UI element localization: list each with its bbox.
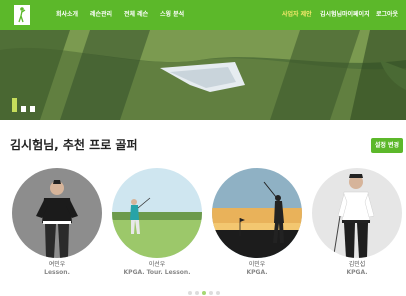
change-settings-button[interactable]: 설정 변경 [371,138,403,153]
pro-avatar[interactable] [212,168,302,258]
pro-avatar[interactable] [312,168,402,258]
pro-tags: Lesson. [44,269,70,276]
hero-slide-indicator[interactable] [30,106,35,112]
pager-dot[interactable] [188,291,192,295]
golfer-logo-icon[interactable] [14,5,30,25]
pager-dot[interactable] [195,291,199,295]
pro-name: 김민섭 [348,261,366,268]
pager-dot-active[interactable] [202,291,206,295]
hero-slide-indicators [12,98,42,112]
pro-avatar[interactable] [112,168,202,258]
nav-item-swing-analysis[interactable]: 스윙 분석 [160,11,184,19]
pro-tags: KPGA. Tour. Lesson. [123,269,191,276]
pro-tags: KPGA. [246,269,268,276]
nav-item-company[interactable]: 회사소개 [56,11,78,19]
nav-item-all-lessons[interactable]: 전체 레슨 [124,11,148,19]
recommended-pros-title: 김시험님, 추천 프로 골퍼 [10,138,138,152]
nav-item-username: 김시험님 [320,11,343,18]
pager-dot[interactable] [216,291,220,295]
pro-name: 이선우 [148,261,166,268]
pro-name: 여민우 [48,261,66,268]
golf-course-hero-image [0,30,406,120]
carousel-pager [188,291,224,295]
pro-name: 이민우 [248,261,266,268]
pro-tags: KPGA. [346,269,368,276]
pager-dot[interactable] [209,291,213,295]
top-navigation-bar: 회사소개 레슨관리 전체 레슨 스윙 분석 사업자 제안 김시험님 마이페이지 … [0,0,406,30]
nav-item-logout[interactable]: 로그아웃 [376,11,398,19]
hero-slide-indicator-active[interactable] [12,98,17,112]
hero-slide-indicator[interactable] [21,106,26,112]
nav-item-mypage[interactable]: 마이페이지 [342,11,370,19]
nav-item-lesson-manage[interactable]: 레슨관리 [90,11,112,19]
hero-banner[interactable] [0,30,406,120]
nav-item-business-proposal[interactable]: 사업자 제안 [282,11,312,19]
pro-avatar[interactable] [12,168,102,258]
